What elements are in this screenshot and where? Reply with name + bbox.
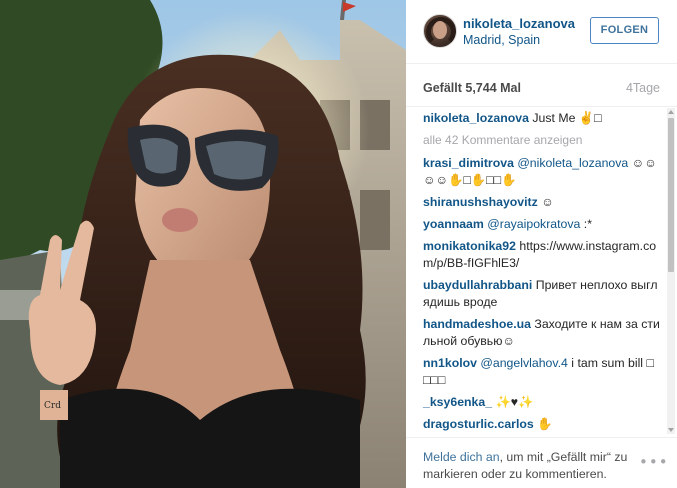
- post-photo[interactable]: Crd: [0, 0, 406, 488]
- login-link[interactable]: Melde dich an: [423, 450, 500, 464]
- location-link[interactable]: Madrid, Spain: [463, 33, 540, 47]
- svg-text:Crd: Crd: [44, 401, 61, 411]
- scroll-down-icon[interactable]: [668, 427, 674, 433]
- comment-item: shiranushshayovitz ☺: [423, 194, 661, 211]
- comment-mention[interactable]: @nikoleta_lozanova: [514, 156, 628, 170]
- load-more-comments-link[interactable]: alle 42 Kommentare anzeigen: [423, 132, 661, 149]
- comment-item: nn1kolov @angelvlahov.4 i tam sum bill □…: [423, 355, 661, 389]
- comment-username[interactable]: nn1kolov: [423, 356, 477, 370]
- comment-username[interactable]: nikoleta_lozanova: [423, 111, 529, 125]
- comment-item: krasi_dimitrova @nikoleta_lozanova ☺☺☺☺✋…: [423, 155, 661, 189]
- comments-section[interactable]: nikoleta_lozanova Just Me ✌□ alle 42 Komm…: [406, 106, 677, 436]
- comment-item: nikoleta_lozanova Just Me ✌□: [423, 110, 661, 127]
- comment-username[interactable]: handmadeshoe.ua: [423, 317, 531, 331]
- comment-username[interactable]: _ksy6enka_: [423, 395, 492, 409]
- comment-text: ✋: [533, 417, 553, 431]
- more-options-icon[interactable]: •••: [639, 453, 669, 471]
- comment-username[interactable]: monikatonika92: [423, 239, 516, 253]
- post-image: Crd: [0, 0, 406, 488]
- likes-count[interactable]: Gefällt 5,744 Mal: [423, 81, 521, 95]
- comment-item: ubaydullahrabbani Привет неплохо выгляди…: [423, 277, 661, 311]
- comment-item: _ksy6enka_ ✨♥✨: [423, 394, 661, 411]
- login-prompt: Melde dich an, um mit „Gefällt mir“ zu m…: [423, 449, 633, 483]
- username-link[interactable]: nikoleta_lozanova: [463, 16, 575, 31]
- comment-item: dragosturlic.carlos ✋: [423, 416, 661, 433]
- post-header: nikoleta_lozanova Madrid, Spain FOLGEN: [406, 0, 677, 64]
- comment-username[interactable]: dragosturlic.carlos: [423, 417, 534, 431]
- scrollbar-thumb[interactable]: [668, 118, 674, 272]
- comment-mention[interactable]: @angelvlahov.4: [477, 356, 567, 370]
- post-sidebar: nikoleta_lozanova Madrid, Spain FOLGEN G…: [406, 0, 677, 488]
- comment-list: nikoleta_lozanova Just Me ✌□ alle 42 Komm…: [423, 110, 661, 436]
- comment-item: yoannaam @rayaipokratova :*: [423, 216, 661, 233]
- post-footer: Melde dich an, um mit „Gefällt mir“ zu m…: [406, 437, 677, 488]
- comment-username[interactable]: ubaydullahrabbani: [423, 278, 532, 292]
- comment-text: ☺: [537, 195, 554, 209]
- comment-item: monikatonika92 https://www.instagram.com…: [423, 238, 661, 272]
- comment-item: handmadeshoe.ua Заходите к нам за стильн…: [423, 316, 661, 350]
- likes-row: Gefällt 5,744 Mal 4Tage: [423, 81, 660, 97]
- comment-username[interactable]: shiranushshayovitz: [423, 195, 538, 209]
- comment-text: ✨♥✨: [492, 395, 534, 409]
- scroll-up-icon[interactable]: [668, 109, 674, 115]
- post-time[interactable]: 4Tage: [626, 81, 660, 95]
- comment-text: :*: [580, 217, 593, 231]
- comment-username[interactable]: yoannaam: [423, 217, 484, 231]
- avatar[interactable]: [423, 14, 457, 48]
- comment-username[interactable]: krasi_dimitrova: [423, 156, 514, 170]
- comment-mention[interactable]: @rayaipokratova: [484, 217, 580, 231]
- comment-text: Just Me ✌□: [528, 111, 602, 125]
- follow-button[interactable]: FOLGEN: [590, 17, 659, 44]
